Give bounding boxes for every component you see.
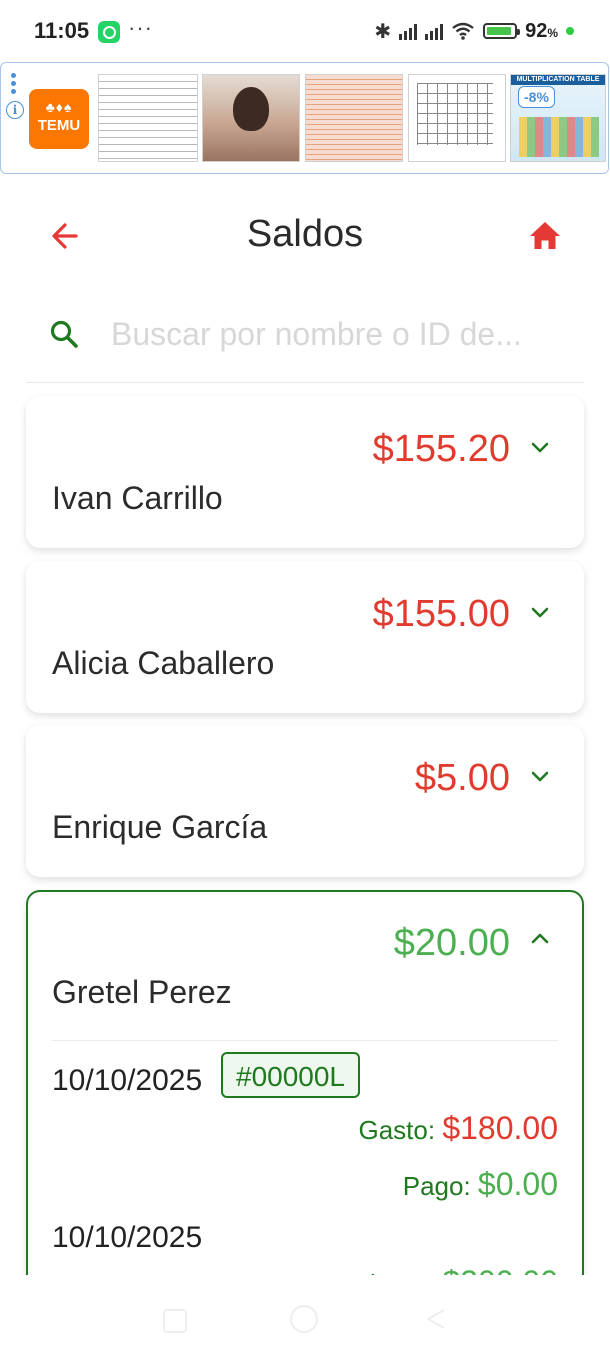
transaction-date: 10/10/2025 xyxy=(52,1221,203,1254)
balance-amount: $20.00 xyxy=(393,922,510,964)
home-icon[interactable] xyxy=(524,216,566,256)
ad-product-spreadsheet[interactable] xyxy=(305,74,403,162)
balance-amount: $155.00 xyxy=(372,593,510,635)
balance-card[interactable]: $5.00 Enrique García xyxy=(26,725,584,877)
discount-badge: -8% xyxy=(518,86,555,108)
balance-amount: $5.00 xyxy=(414,757,510,799)
balance-card-expanded[interactable]: $20.00 Gretel Perez 10/10/2025 #00000L G… xyxy=(26,890,584,1310)
app-header: Saldos xyxy=(0,200,610,270)
bluetooth-icon: ✱ xyxy=(374,20,392,43)
ad-info-icon[interactable]: i xyxy=(6,101,24,119)
whatsapp-notification-icon xyxy=(98,21,120,43)
back-button[interactable] xyxy=(424,1307,448,1331)
temu-logo[interactable]: ♣♦♠ TEMU xyxy=(29,89,89,149)
status-bar: 11:05 ··· ✱ 92% xyxy=(0,0,610,62)
page-title: Saldos xyxy=(246,213,364,255)
status-icons: ✱ 92% xyxy=(374,18,574,44)
transaction-pago: Pago: $0.00 xyxy=(402,1166,558,1202)
privacy-indicator-icon xyxy=(566,27,574,35)
search-bar xyxy=(26,298,584,383)
more-notifications-icon: ··· xyxy=(128,15,153,40)
client-name: Enrique García xyxy=(52,809,268,845)
chevron-down-icon[interactable] xyxy=(530,605,550,619)
signal-icon-2 xyxy=(425,22,444,40)
chevron-up-icon[interactable] xyxy=(530,932,550,946)
search-icon xyxy=(50,320,78,348)
pago-amount: $0.00 xyxy=(477,1166,558,1202)
signal-icon xyxy=(399,22,418,40)
balance-amount: $155.20 xyxy=(372,428,510,470)
transaction-date: 10/10/2025 xyxy=(52,1064,203,1097)
balance-card[interactable]: $155.20 Ivan Carrillo xyxy=(26,396,584,548)
divider xyxy=(52,1040,558,1041)
ad-banner[interactable]: i ♣♦♠ TEMU MULTIPLICATION TABLE -8% xyxy=(0,62,609,174)
gasto-amount: $180.00 xyxy=(442,1110,558,1146)
home-button[interactable] xyxy=(290,1305,318,1333)
transaction-gasto: Gasto: $180.00 xyxy=(358,1110,559,1146)
battery-icon xyxy=(483,23,521,39)
wifi-icon xyxy=(452,22,474,40)
transaction-id-badge[interactable]: #00000L xyxy=(221,1052,361,1098)
ad-product-chart[interactable] xyxy=(98,74,198,162)
client-name: Ivan Carrillo xyxy=(52,480,223,516)
chevron-down-icon[interactable] xyxy=(530,769,550,783)
status-time: 11:05 xyxy=(34,18,90,43)
client-name: Alicia Caballero xyxy=(52,645,275,681)
balance-card[interactable]: $155.00 Alicia Caballero xyxy=(26,561,584,713)
ad-product-photo[interactable] xyxy=(202,74,300,162)
ad-menu-icon[interactable] xyxy=(11,73,16,95)
recent-apps-button[interactable] xyxy=(163,1309,187,1333)
search-input[interactable] xyxy=(111,310,581,358)
ad-product-multiplication-table[interactable]: MULTIPLICATION TABLE -8% xyxy=(510,74,606,162)
client-name: Gretel Perez xyxy=(52,974,232,1010)
chevron-down-icon[interactable] xyxy=(530,440,550,454)
battery-percent: 92% xyxy=(525,19,558,42)
ad-product-grid[interactable] xyxy=(408,74,506,162)
system-nav-bar xyxy=(0,1275,610,1356)
